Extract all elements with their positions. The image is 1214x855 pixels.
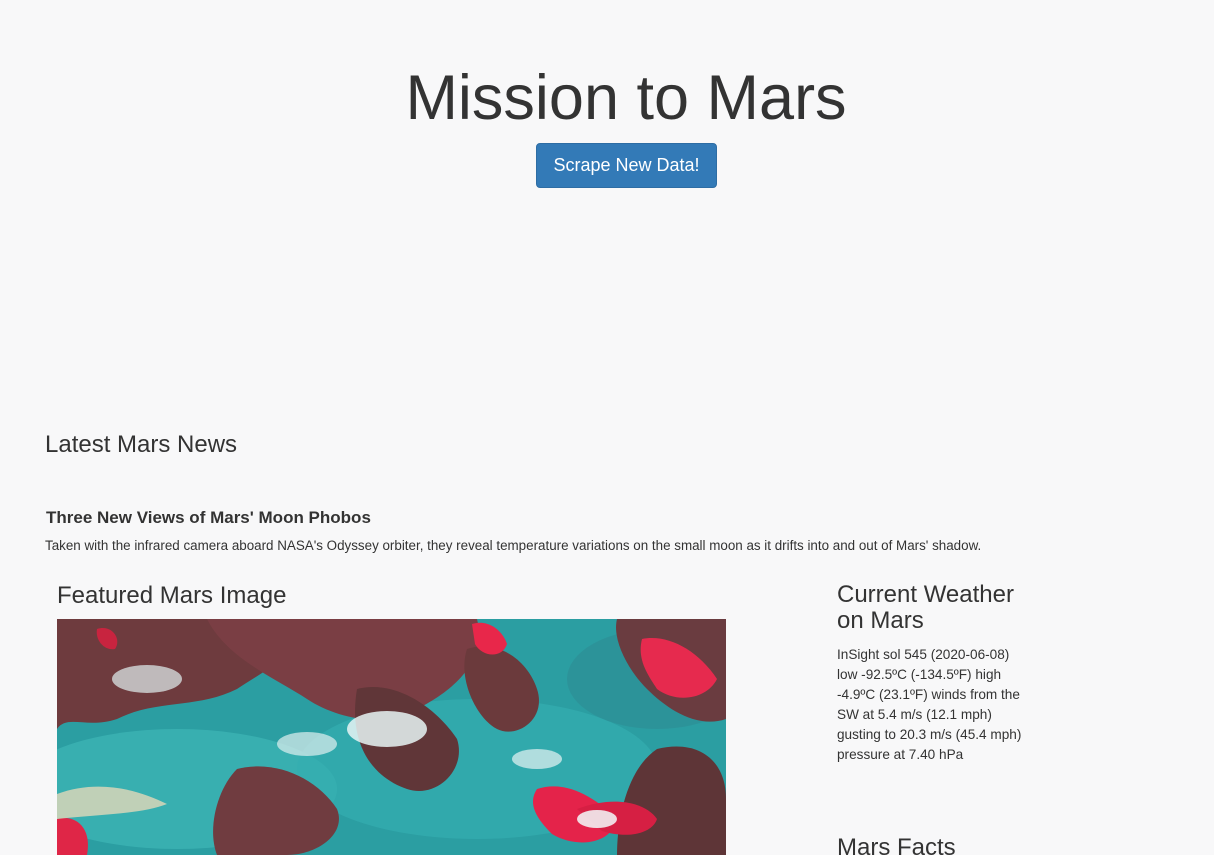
news-headline: Three New Views of Mars' Moon Phobos (46, 508, 371, 527)
page-title: Mission to Mars (405, 63, 847, 133)
news-teaser: Taken with the infrared camera aboard NA… (45, 538, 982, 553)
featured-image-heading: Featured Mars Image (57, 582, 287, 609)
featured-mars-image[interactable] (57, 619, 726, 855)
mars-facts-heading: Mars Facts (837, 834, 956, 855)
scrape-new-data-button[interactable]: Scrape New Data! (536, 143, 717, 188)
latest-news-heading: Latest Mars News (45, 431, 238, 458)
weather-report: InSight sol 545 (2020-06-08) low -92.5ºC… (837, 647, 1022, 762)
page: Mission to Mars Scrape New Data! Latest … (0, 0, 1214, 855)
featured-image-picture (57, 619, 726, 855)
weather-heading: Current Weather on Mars (837, 581, 1014, 634)
